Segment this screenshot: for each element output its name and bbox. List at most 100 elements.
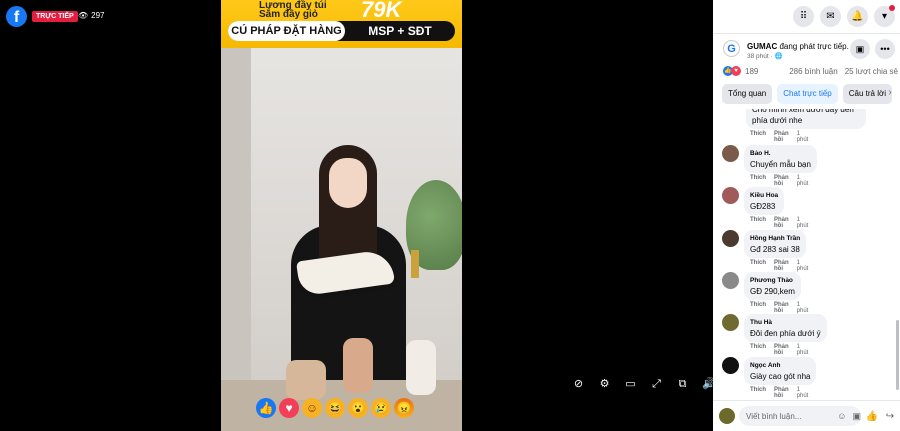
comment-time: 1 phút <box>796 175 809 187</box>
captions-icon[interactable]: ▭ <box>624 378 637 391</box>
comment-actions: Thích Phản hồi 1 phút <box>750 217 808 229</box>
care-reaction-icon[interactable]: ☺ <box>302 398 322 418</box>
comment-actions: Thích Phản hồi 1 phút <box>750 175 808 187</box>
page-title: GUMAC đang phát trực tiếp. <box>747 42 849 51</box>
share-icon[interactable]: ↪ <box>883 411 897 422</box>
like-link[interactable]: Thích <box>750 217 766 229</box>
fullscreen-icon[interactable]: ⤢ <box>650 378 663 391</box>
comment-bubble: Phương Thảo GĐ 290,kem <box>744 272 801 300</box>
stop-icon[interactable]: ⊘ <box>572 378 585 391</box>
haha-reaction-icon[interactable]: 😆 <box>325 398 345 418</box>
page-avatar[interactable]: G <box>723 40 740 57</box>
commenter-name[interactable]: Ngọc Anh <box>750 360 810 371</box>
avatar[interactable] <box>719 408 735 424</box>
sticker-icon[interactable]: ▣ <box>852 411 861 422</box>
apps-menu-icon[interactable]: ⠿ <box>793 6 814 27</box>
reply-link[interactable]: Phản hồi <box>774 260 789 272</box>
comment-list[interactable]: Chỗ mình xem dưới đây đến phía dưới nhe … <box>713 109 900 400</box>
notifications-icon[interactable]: 🔔 <box>847 6 868 27</box>
comment-text: Giày cao gót nha <box>750 372 811 381</box>
reply-link[interactable]: Phản hồi <box>774 131 789 143</box>
reaction-count[interactable]: 189 <box>745 67 758 76</box>
commenter-name[interactable]: Hồng Hạnh Trần <box>750 233 800 244</box>
page-name[interactable]: GUMAC <box>747 42 777 51</box>
comment-text: Gđ 283 sai 38 <box>750 245 800 254</box>
comment-text: Chuyển mẫu bạn <box>750 160 811 169</box>
comment-time: 1 phút <box>796 344 809 356</box>
comment-time: 1 phút <box>796 302 809 314</box>
comment-input[interactable]: Viết bình luận... ☺ ▣ <box>739 406 861 426</box>
like-link[interactable]: Thích <box>750 344 766 356</box>
comment-tabs: Tổng quan Chat trực tiếp Câu trả lời <box>722 84 893 104</box>
wow-reaction-icon[interactable]: 😮 <box>348 398 368 418</box>
pip-icon[interactable]: ⧉ <box>676 378 689 391</box>
post-time: 38 phút · 🌐 <box>747 53 783 60</box>
like-link[interactable]: Thích <box>750 131 766 143</box>
avatar[interactable] <box>722 357 739 374</box>
shoe-display-1 <box>286 360 326 400</box>
comment-actions: Thích Phản hồi 1 phút <box>750 260 808 272</box>
like-link[interactable]: Thích <box>750 302 766 314</box>
commenter-name[interactable]: Phương Thảo <box>750 275 795 286</box>
reply-link[interactable]: Phản hồi <box>774 344 789 356</box>
video-player[interactable]: f TRỰC TIẾP 👁 297 Lương đầy túi Sắm đầy … <box>0 0 713 431</box>
comment-composer: Viết bình luận... ☺ ▣ 👍 ↪ <box>713 400 900 431</box>
reply-link[interactable]: Phản hồi <box>774 302 789 314</box>
tab-live-chat[interactable]: Chat trực tiếp <box>777 84 838 104</box>
comment-count[interactable]: 286 bình luận <box>789 67 838 76</box>
sad-reaction-icon[interactable]: 😢 <box>371 398 391 418</box>
comment-input-placeholder: Viết bình luận... <box>746 411 802 421</box>
comment-text: GĐ283 <box>750 202 776 211</box>
comment-bubble: Chỗ mình xem dưới đây đến phía dưới nhe <box>746 109 866 129</box>
comment-actions: Thích Phản hồi 1 phút <box>750 387 808 399</box>
facebook-logo-icon[interactable]: f <box>6 6 27 27</box>
live-video-page: f TRỰC TIẾP 👁 297 Lương đầy túi Sắm đầy … <box>0 0 900 431</box>
comment-text: Chỗ mình xem dưới đây đến phía dưới nhe <box>752 109 854 125</box>
reaction-summary-icons[interactable]: 👍 ♥ <box>723 66 741 76</box>
like-link[interactable]: Thích <box>750 387 766 399</box>
like-icon[interactable]: 👍 <box>865 411 879 422</box>
comment-time: 1 phút <box>796 131 809 143</box>
gear-icon[interactable]: ⚙ <box>598 378 611 391</box>
love-reaction-icon[interactable]: ♥ <box>279 398 299 418</box>
comment-bubble: Kiều Hoa GĐ283 <box>744 187 785 215</box>
share-count[interactable]: 25 lượt chia sẻ <box>845 67 898 76</box>
commenter-name[interactable]: Bảo H. <box>750 148 811 159</box>
comment-time: 1 phút <box>796 260 809 272</box>
avatar[interactable] <box>722 272 739 289</box>
reply-link[interactable]: Phản hồi <box>774 217 789 229</box>
reply-link[interactable]: Phản hồi <box>774 175 789 187</box>
commenter-name[interactable]: Kiều Hoa <box>750 190 778 201</box>
comment-time: 1 phút <box>796 217 809 229</box>
commenter-name[interactable]: Thu Hà <box>750 317 821 328</box>
account-menu-icon[interactable]: ▾ <box>874 5 895 27</box>
tab-overview[interactable]: Tổng quan <box>722 84 773 104</box>
comment-bubble: Bảo H. Chuyển mẫu bạn <box>744 145 817 173</box>
emoji-icon[interactable]: ☺ <box>837 411 846 421</box>
like-link[interactable]: Thích <box>750 260 766 272</box>
volume-icon[interactable]: 🔊 <box>702 378 713 391</box>
angry-reaction-icon[interactable]: 😠 <box>394 398 414 418</box>
like-reaction-icon[interactable]: 👍 <box>256 398 276 418</box>
reply-link[interactable]: Phản hồi <box>774 387 789 399</box>
comment-bubble: Thu Hà Đôi đen phía dưới ý <box>744 314 827 342</box>
comment-actions: Thích Phản hồi 1 phút <box>750 131 808 143</box>
shoe-heel-image <box>411 250 419 278</box>
more-options-icon[interactable]: ••• <box>875 39 895 59</box>
avatar[interactable] <box>722 145 739 162</box>
banner-price: 79K <box>361 0 402 22</box>
notification-dot <box>889 5 895 11</box>
messenger-icon[interactable]: ✉ <box>820 6 841 27</box>
avatar[interactable] <box>722 314 739 331</box>
video-frame[interactable]: Lương đầy túi Sắm đầy giỏ 79K CÚ PHÁP ĐẶ… <box>221 0 462 431</box>
reaction-bar: 👍 ♥ ☺ 😆 😮 😢 😠 <box>256 398 414 418</box>
avatar[interactable] <box>722 187 739 204</box>
chevron-right-icon[interactable]: › <box>883 87 897 101</box>
top-bar: ⠿ ✉ 🔔 ▾ <box>713 0 900 33</box>
save-icon[interactable]: ▣ <box>850 39 870 59</box>
engagement-stats: 👍 ♥ 189 286 bình luận 25 lượt chia sẻ <box>723 66 898 76</box>
like-link[interactable]: Thích <box>750 175 766 187</box>
avatar[interactable] <box>722 230 739 247</box>
eye-icon: 👁 <box>78 11 89 20</box>
comment-scrollbar[interactable] <box>896 320 899 390</box>
